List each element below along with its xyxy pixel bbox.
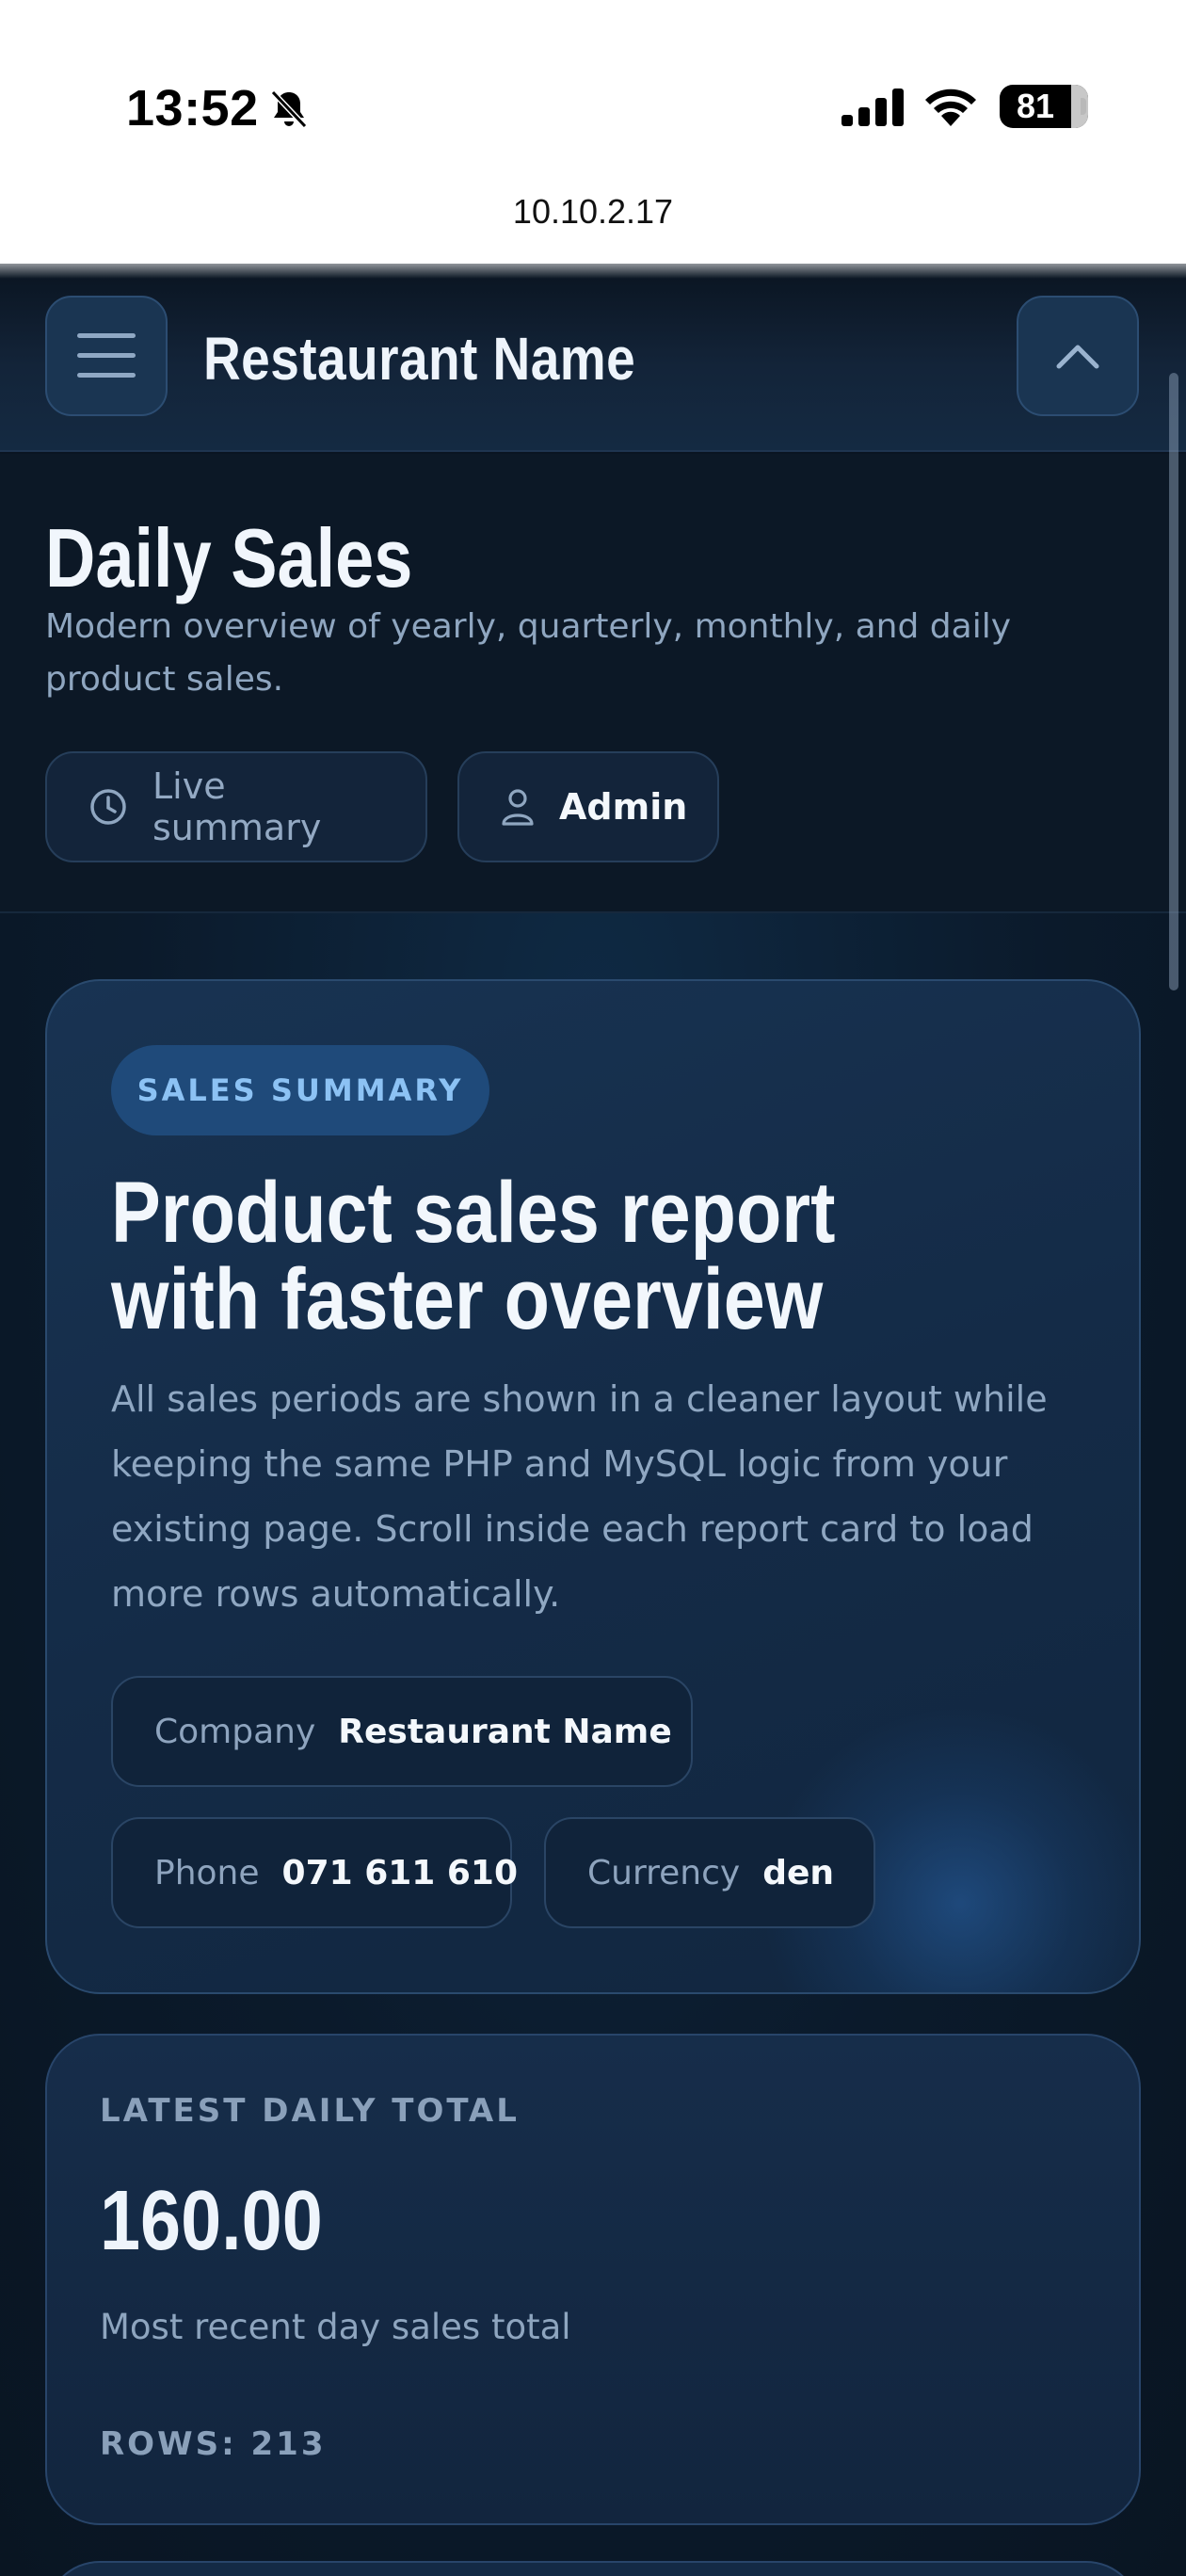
sales-summary-card: SALES SUMMARY Product sales report with … [45, 979, 1141, 1994]
phone-pill: Phone 071 611 610 [111, 1817, 518, 1928]
signal-icon [841, 89, 904, 126]
live-summary-label: Live summary [152, 765, 322, 848]
app-title: Restaurant Name [203, 325, 636, 393]
page-head: Daily Sales Modern overview of yearly, q… [0, 454, 1186, 913]
user-label: Admin [559, 786, 688, 828]
stat-value: 160.00 [100, 2174, 323, 2268]
next-card [45, 2561, 1141, 2576]
live-summary-chip: Live summary [45, 751, 427, 862]
menu-button[interactable] [45, 296, 168, 416]
stat-rows: ROWS: 213 [100, 2425, 327, 2463]
battery-level: 81 [1016, 87, 1055, 125]
scroll-top-button[interactable] [1017, 296, 1139, 416]
user-chip: Admin [457, 751, 719, 862]
battery-icon: 81 [1000, 85, 1088, 128]
hero-title: Product sales report with faster overvie… [111, 1169, 921, 1343]
currency-value: den [762, 1853, 835, 1892]
user-icon [502, 789, 534, 826]
status-bar: 13:52 81 10.10.2.17 [0, 0, 1186, 264]
menu-icon [77, 333, 136, 378]
section-badge: SALES SUMMARY [111, 1045, 489, 1135]
bell-slash-icon [270, 89, 308, 129]
status-time: 13:52 [126, 80, 259, 137]
latest-daily-total-card: LATEST DAILY TOTAL 160.00 Most recent da… [45, 2034, 1141, 2525]
app-header: Restaurant Name [0, 264, 1186, 452]
url-bar[interactable]: 10.10.2.17 [0, 192, 1186, 232]
chevron-up-icon [1056, 345, 1099, 369]
clock-icon [90, 789, 126, 825]
hero-description: All sales periods are shown in a cleaner… [111, 1378, 1048, 1615]
company-pill: Company Restaurant Name [111, 1676, 693, 1787]
scrollbar[interactable] [1169, 373, 1178, 990]
currency-pill: Currency den [544, 1817, 875, 1928]
hero-title-line-2: with faster overview [111, 1251, 824, 1347]
page-title: Daily Sales [45, 511, 413, 604]
company-key: Company [154, 1712, 316, 1751]
wifi-icon [925, 89, 976, 126]
phone-key: Phone [154, 1853, 260, 1892]
company-value: Restaurant Name [338, 1712, 672, 1751]
stat-label: LATEST DAILY TOTAL [100, 2092, 520, 2130]
phone-value: 071 611 610 [281, 1853, 519, 1892]
currency-key: Currency [587, 1853, 741, 1892]
stat-note: Most recent day sales total [100, 2307, 571, 2347]
hero-title-line-1: Product sales report [111, 1165, 836, 1261]
page-subtitle: Modern overview of yearly, quarterly, mo… [45, 607, 1011, 699]
